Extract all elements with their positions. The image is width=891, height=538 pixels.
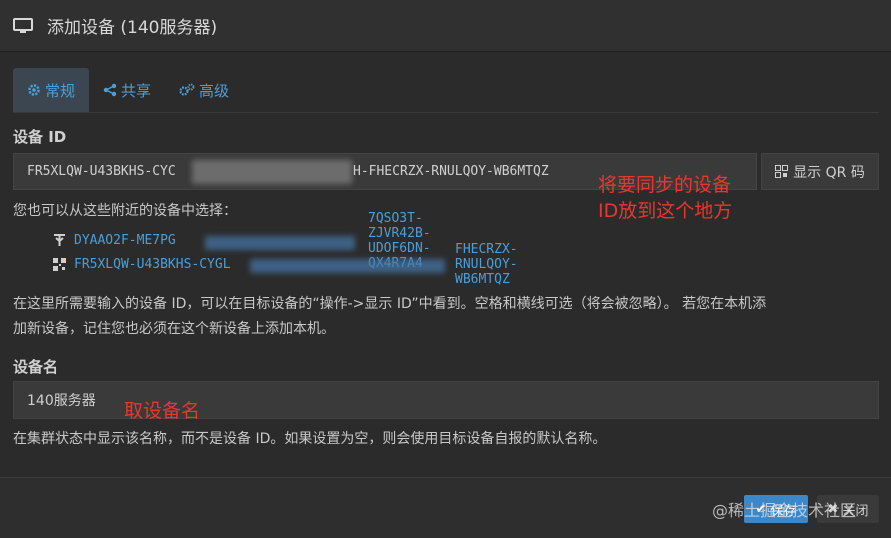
tab-advanced[interactable]: 高级	[165, 68, 243, 112]
antenna-icon	[54, 234, 65, 246]
device-name-label: 设备名	[13, 358, 59, 376]
tab-sharing[interactable]: 共享	[89, 68, 165, 112]
nearby-device-link-start[interactable]: FR5XLQW-U43BKHS-CYGL	[74, 257, 231, 272]
qr-icon	[53, 258, 66, 271]
tab-divider	[13, 112, 879, 113]
nearby-device-item[interactable]: DYAAO2F-ME7PG 7QSO3T-ZJVR42B-UDOF6DN-QX4…	[53, 211, 431, 271]
watermark: @稀土掘金技术社区	[712, 501, 857, 520]
device-id-value-end: H-FHECRZX-RNULQOY-WB6MTQZ	[353, 164, 549, 179]
annotation-line: 将要同步的设备	[598, 174, 732, 196]
annotation-device-id: 将要同步的设备 ID放到这个地方	[598, 172, 732, 224]
annotation-device-name: 取设备名	[124, 400, 201, 422]
tab-bar: 常规 共享 高级	[13, 68, 243, 112]
tab-sharing-label: 共享	[121, 81, 152, 100]
nearby-device-item[interactable]: FR5XLQW-U43BKHS-CYGL FHECRZX-RNULQOY-WB6…	[53, 242, 518, 287]
show-qr-label: 显示 QR 码	[793, 164, 865, 181]
redaction-blur	[250, 259, 445, 273]
device-id-help-line2: 加新设备，记住您也必须在这个新设备上添加本机。	[13, 321, 335, 337]
nearby-device-link-end[interactable]: FHECRZX-RNULQOY-WB6MTQZ	[455, 242, 518, 287]
dialog-title: 添加设备 (140服务器)	[47, 18, 218, 38]
nearby-device-link-start[interactable]: DYAAO2F-ME7PG	[74, 233, 176, 248]
device-id-label: 设备 ID	[13, 128, 67, 146]
show-qr-button[interactable]: 显示 QR 码	[761, 153, 879, 190]
tab-general-label: 常规	[45, 81, 76, 100]
annotation-line: ID放到这个地方	[598, 200, 733, 222]
gear-icon	[28, 84, 40, 96]
redaction-blur	[192, 160, 352, 184]
tab-general[interactable]: 常规	[13, 68, 90, 112]
device-id-help-line1: 在这里所需要输入的设备 ID，可以在目标设备的“操作->显示 ID”中看到。空格…	[13, 296, 767, 312]
dialog-header: 添加设备 (140服务器)	[0, 0, 891, 52]
redaction-blur	[205, 236, 355, 250]
tab-advanced-label: 高级	[199, 81, 230, 100]
nearby-intro: 您也可以从这些附近的设备中选择：	[13, 203, 237, 219]
device-name-help: 在集群状态中显示该名称，而不是设备 ID。如果设置为空，则会使用目标设备自报的默…	[13, 431, 607, 447]
qr-icon	[775, 165, 789, 178]
device-id-value-start: FR5XLQW-U43BKHS-CYC	[27, 164, 176, 179]
share-icon	[103, 83, 117, 97]
device-name-value: 140服务器	[27, 393, 96, 409]
gears-icon	[179, 83, 195, 96]
monitor-icon	[13, 17, 33, 33]
